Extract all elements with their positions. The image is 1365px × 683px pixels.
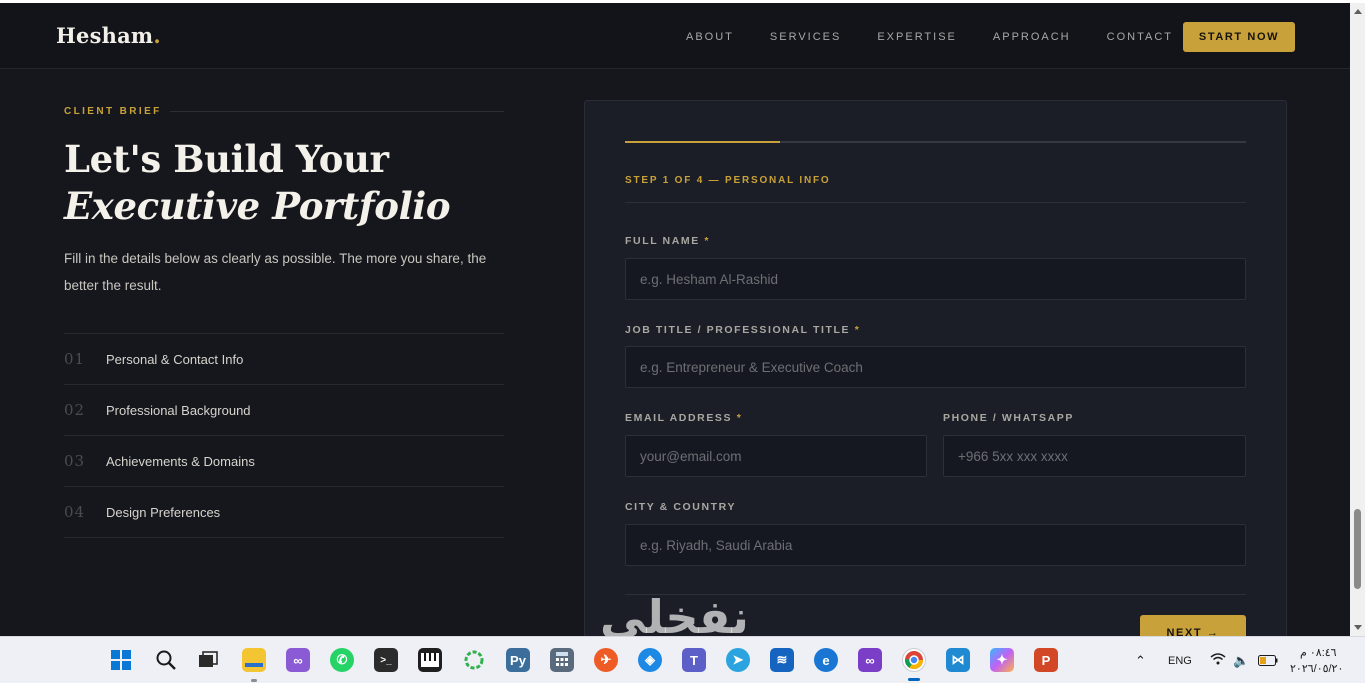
active-app-indicator (908, 678, 920, 681)
scroll-down-arrow-icon[interactable] (1354, 625, 1362, 630)
full-name-label: FULL NAME * (625, 235, 710, 247)
visual-studio-purple-icon[interactable]: ∞ (858, 648, 882, 672)
step-item-professional: 02 Professional Background (64, 385, 504, 436)
database-icon[interactable]: ≋ (770, 648, 794, 672)
step-label: Achievements & Domains (106, 453, 255, 469)
file-explorer-icon[interactable] (242, 648, 266, 672)
nav-link-contact[interactable]: CONTACT (1107, 31, 1173, 43)
page-title-line-1: Let's Build Your (64, 137, 389, 181)
brief-form-card: STEP 1 OF 4 — PERSONAL INFO FULL NAME * … (584, 100, 1287, 660)
telegram-icon[interactable]: ➤ (726, 648, 750, 672)
clock-date[interactable]: ٢٠٢٦/٠٥/٢٠ (1290, 662, 1343, 675)
form-divider (625, 202, 1246, 203)
step-label: Professional Background (106, 402, 251, 418)
brand-name: Hesham (56, 23, 154, 48)
step-label: Design Preferences (106, 504, 221, 520)
intro-text: Fill in the details below as clearly as … (64, 251, 487, 293)
step-item-design: 04 Design Preferences (64, 487, 504, 538)
start-now-button[interactable]: START NOW (1183, 22, 1295, 52)
job-title-input[interactable] (625, 346, 1246, 388)
section-label: CLIENT BRIEF (64, 106, 162, 117)
step-item-achievements: 03 Achievements & Domains (64, 436, 504, 487)
battery-icon[interactable] (1258, 654, 1278, 669)
email-label: EMAIL ADDRESS * (625, 412, 742, 424)
step-number: 02 (64, 401, 86, 419)
page-scrollbar[interactable] (1350, 3, 1365, 636)
step-number: 01 (64, 350, 86, 368)
page-title: Let's Build Your Executive Portfolio (64, 136, 451, 230)
steps-list: 01 Personal & Contact Info 02 Profession… (64, 333, 504, 538)
nav-link-approach[interactable]: APPROACH (993, 31, 1071, 43)
vscode-icon[interactable]: ⋈ (946, 648, 970, 672)
nav-link-about[interactable]: ABOUT (686, 31, 734, 43)
main-nav: ABOUT SERVICES EXPERTISE APPROACH CONTAC… (686, 31, 1209, 43)
form-progress-fill (625, 141, 781, 143)
nav-link-services[interactable]: SERVICES (770, 31, 841, 43)
city-country-input[interactable] (625, 524, 1246, 566)
full-name-label-text: FULL NAME (625, 235, 700, 247)
postman-icon[interactable]: ✈ (594, 648, 618, 672)
circle-app-icon[interactable] (462, 648, 486, 672)
terminal-icon[interactable]: >_ (374, 648, 398, 672)
flutter-icon[interactable]: ◈ (638, 648, 662, 672)
powerpoint-icon[interactable]: P (1034, 648, 1058, 672)
chrome-icon[interactable] (902, 648, 926, 672)
whatsapp-icon[interactable]: ✆ (330, 648, 354, 672)
calculator-icon[interactable] (550, 648, 574, 672)
email-input[interactable] (625, 435, 927, 477)
required-marker: * (854, 324, 861, 336)
language-indicator[interactable]: ENG (1168, 655, 1192, 667)
step-number: 04 (64, 503, 86, 521)
python-ide-icon[interactable]: Py (506, 648, 530, 672)
email-label-text: EMAIL ADDRESS (625, 412, 733, 424)
visual-studio-icon[interactable]: ∞ (286, 648, 310, 672)
brand-logo[interactable]: Hesham. (56, 23, 161, 48)
clock-time[interactable]: ٠٨:٤٦ م (1300, 646, 1348, 659)
step-number: 03 (64, 452, 86, 470)
site-header: Hesham. ABOUT SERVICES EXPERTISE APPROAC… (0, 3, 1350, 69)
section-label-divider (170, 111, 504, 112)
windows-taskbar: ∞ ✆ >_ Py ✈ ◈ T ➤ ≋ e ∞ ⋈ ✦ P ⌃ ENG 🔈 ٠٨… (0, 636, 1365, 683)
search-icon[interactable] (154, 648, 178, 672)
scroll-up-arrow-icon[interactable] (1354, 9, 1362, 14)
required-marker: * (736, 412, 743, 424)
required-marker: * (704, 235, 711, 247)
copilot-icon[interactable]: ✦ (990, 648, 1014, 672)
chevron-up-icon[interactable]: ⌃ (1135, 653, 1146, 669)
windows-start-icon[interactable] (109, 648, 133, 672)
job-title-label: JOB TITLE / PROFESSIONAL TITLE * (625, 324, 860, 336)
page-title-line-2: Executive Portfolio (64, 184, 451, 228)
volume-icon[interactable]: 🔈 (1233, 653, 1249, 669)
form-progress-bar (625, 141, 1246, 143)
nav-link-expertise[interactable]: EXPERTISE (877, 31, 957, 43)
step-item-personal: 01 Personal & Contact Info (64, 334, 504, 385)
full-name-input[interactable] (625, 258, 1246, 300)
teams-icon[interactable]: T (682, 648, 706, 672)
edge-icon[interactable]: e (814, 648, 838, 672)
wifi-icon[interactable] (1210, 653, 1226, 668)
running-indicator (251, 679, 257, 682)
form-step-caption: STEP 1 OF 4 — PERSONAL INFO (625, 175, 831, 186)
task-view-icon[interactable] (196, 648, 220, 672)
city-country-label: CITY & COUNTRY (625, 501, 737, 513)
piano-app-icon[interactable] (418, 648, 442, 672)
phone-label: PHONE / WHATSAPP (943, 412, 1074, 424)
phone-input[interactable] (943, 435, 1246, 477)
brand-dot: . (153, 23, 161, 48)
job-title-label-text: JOB TITLE / PROFESSIONAL TITLE (625, 324, 851, 336)
step-label: Personal & Contact Info (106, 351, 244, 367)
scrollbar-thumb[interactable] (1354, 509, 1361, 589)
